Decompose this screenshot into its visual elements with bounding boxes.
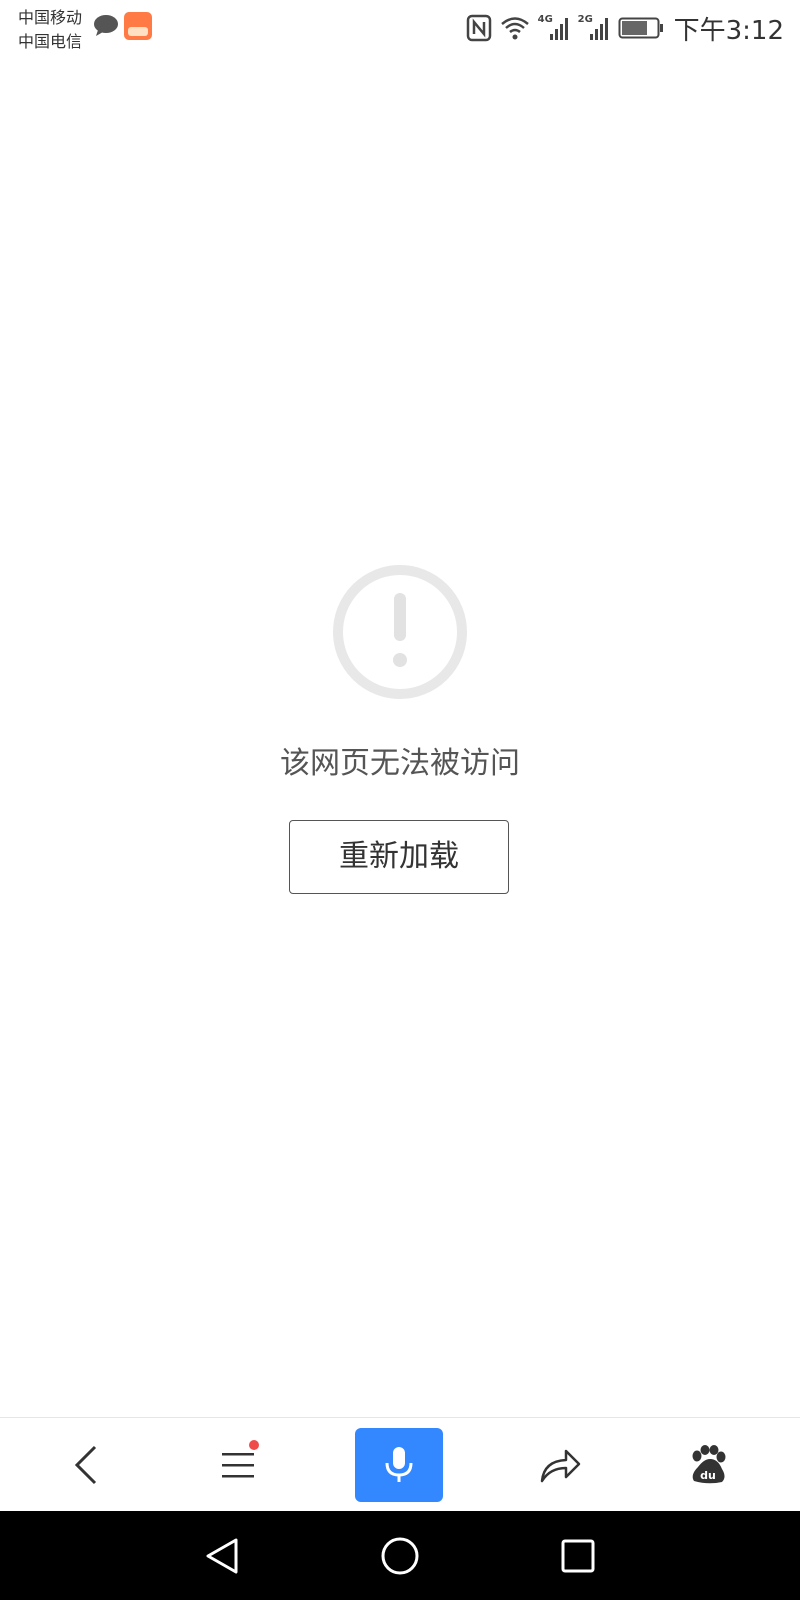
- browser-screen: 中国移动 中国电信 4G 2G 下午3:12 该网页无法被访问 重新加载 du: [0, 0, 800, 1600]
- clock: 下午3:12: [673, 15, 784, 46]
- nav-home-icon: [381, 1537, 419, 1574]
- share-icon: [540, 1449, 581, 1483]
- menu-notification-dot: [249, 1440, 259, 1450]
- signal-4g-icon: 4G: [538, 14, 570, 42]
- svg-text:du: du: [700, 1469, 716, 1482]
- baidu-paw-icon: du: [692, 1445, 726, 1484]
- nav-back-icon: [206, 1538, 238, 1573]
- app-notification-icon: [124, 12, 152, 40]
- nav-back-button[interactable]: [182, 1511, 262, 1600]
- nfc-icon: [466, 14, 491, 42]
- nav-home-button[interactable]: [360, 1511, 440, 1600]
- reload-button[interactable]: 重新加载: [289, 820, 509, 894]
- baidu-home-button[interactable]: du: [668, 1418, 748, 1512]
- menu-button[interactable]: [198, 1418, 278, 1512]
- chat-icon: [94, 15, 118, 36]
- android-nav-bar: [0, 1511, 800, 1600]
- carrier-info: 中国移动 中国电信: [18, 6, 82, 54]
- microphone-icon: [385, 1447, 413, 1482]
- nav-recent-button[interactable]: [538, 1511, 618, 1600]
- status-icons: 4G 2G 下午3:12: [458, 8, 784, 48]
- voice-search-button[interactable]: [355, 1428, 443, 1502]
- browser-toolbar: du: [0, 1417, 800, 1512]
- carrier-1: 中国移动: [18, 8, 83, 27]
- wifi-icon: [500, 17, 529, 40]
- menu-icon: [222, 1453, 254, 1478]
- signal-2g-icon: 2G: [578, 14, 610, 42]
- error-message: 该网页无法被访问: [280, 746, 520, 781]
- status-bar: 中国移动 中国电信 4G 2G 下午3:12: [0, 0, 800, 56]
- battery-icon: [618, 17, 663, 39]
- back-button[interactable]: [46, 1418, 126, 1512]
- nav-recent-icon: [561, 1539, 595, 1572]
- share-button[interactable]: [520, 1418, 600, 1512]
- back-icon: [74, 1445, 97, 1485]
- exclamation-circle-icon: [333, 565, 467, 699]
- carrier-2: 中国电信: [18, 32, 83, 51]
